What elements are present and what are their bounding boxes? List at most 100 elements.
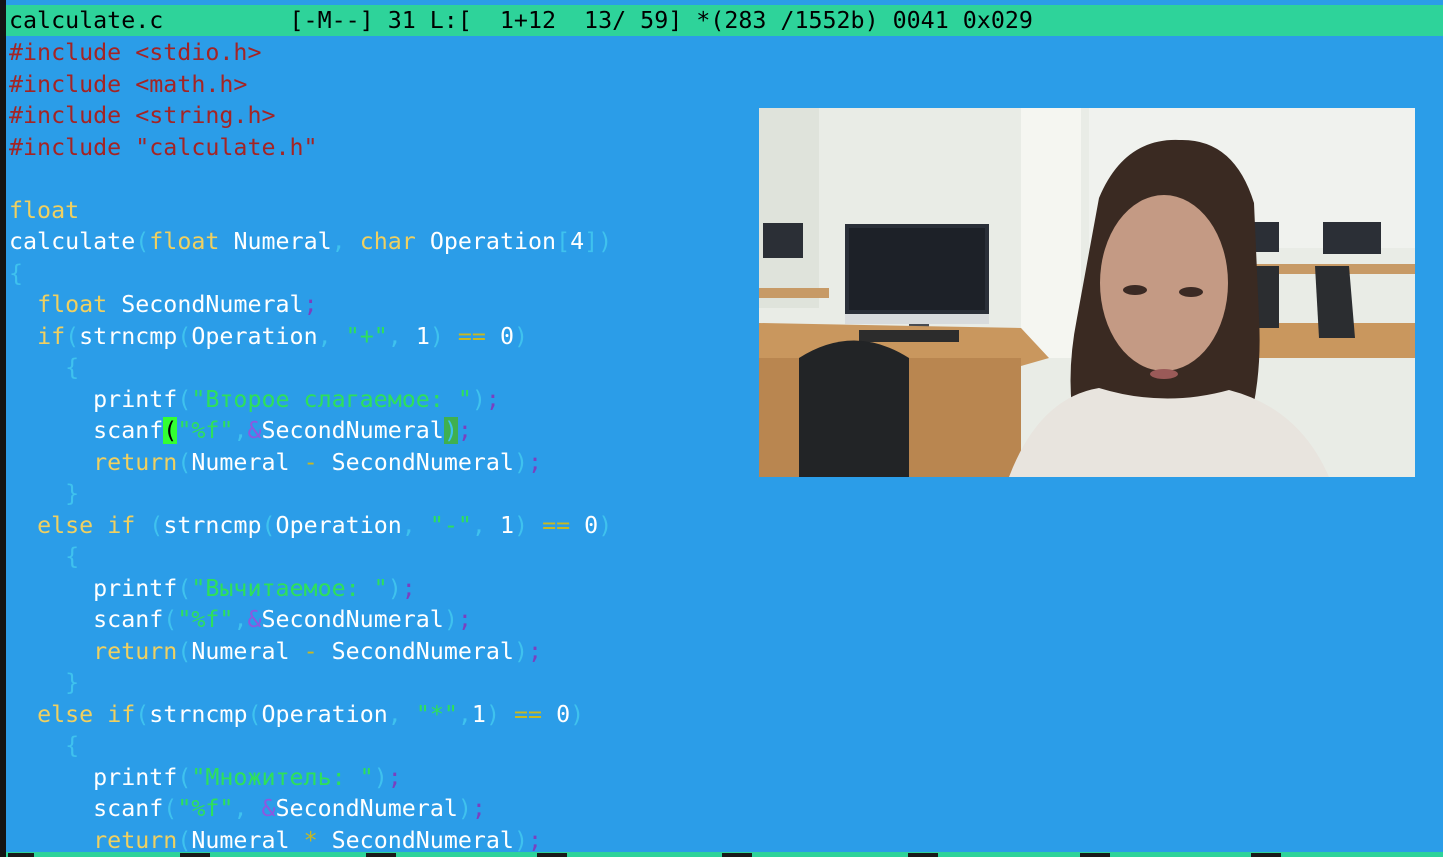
function-call: scanf [93,606,164,633]
number: 1 [499,511,515,539]
operator: & [247,606,262,633]
function-key-marker [722,853,752,857]
paren: ( [177,763,192,791]
string-literal: "*" [415,700,458,728]
string-literal: "%f" [177,606,234,633]
paren: ) [471,385,486,413]
function-call: strncmp [79,322,178,350]
paren: ) [485,700,500,728]
number: 0 [584,511,599,539]
paren: ( [149,511,164,539]
function-call: strncmp [163,511,262,539]
semicolon: ; [303,291,318,318]
comma: , [233,795,248,822]
semicolon: ; [528,637,543,665]
function-call: printf [93,385,178,413]
person-mouth [1150,369,1178,379]
keyword: float [37,291,108,318]
comma: , [233,606,248,633]
code-line: { [9,541,1443,573]
function-key-marker [1080,853,1110,857]
code-line: else if (strncmp(Operation, "-", 1) == 0… [9,510,1443,542]
number: 1 [471,700,486,728]
paren: ( [177,385,192,413]
string-literal: "%f" [177,417,234,444]
string-literal: "-" [429,511,472,539]
identifier: SecondNumeral [121,291,304,318]
identifier: SecondNumeral [261,606,444,633]
paren: ) [513,826,528,854]
comma: , [457,700,472,728]
semicolon: ; [387,763,402,791]
background-monitor [1323,222,1381,254]
number: 4 [570,228,585,255]
include-target: <string.h> [135,102,276,129]
paren: ) [457,795,472,822]
string-literal: "+" [345,322,388,350]
paren: ( [177,448,192,476]
identifier: Numeral [233,228,332,255]
keyword: float [149,228,220,255]
brace: } [65,669,80,696]
window-frame [0,0,6,857]
semicolon: ; [528,448,543,476]
paren: ( [247,700,262,728]
monitor-bezel [845,314,989,324]
keyword: if [107,700,136,728]
string-literal: "%f" [177,795,234,822]
identifier: Numeral [191,826,290,854]
wall-pillar [1021,108,1081,358]
comma: , [233,417,248,444]
paren: ( [177,574,192,602]
paren: ( [261,511,276,539]
identifier: Operation [275,511,402,539]
terminal-window: calculate.c [-M--] 31 L:[ 1+12 13/ 59] *… [0,0,1443,857]
paren: ( [177,322,192,350]
include-target: <math.h> [135,70,248,98]
function-key-marker [908,853,938,857]
code-line: return(Numeral - SecondNumeral); [9,636,1443,668]
preprocessor-directive: #include [9,70,136,98]
function-key-marker [8,853,34,857]
semicolon: ; [485,385,500,413]
operator: == [457,322,486,350]
comma: , [317,322,332,350]
operator: & [261,795,276,822]
code-line: } [9,667,1443,699]
number: 0 [556,700,571,728]
code-line: printf("Множитель: "); [9,762,1443,794]
operator: == [542,511,571,539]
paren: ) [387,574,402,602]
wall-left [759,108,819,308]
brace: { [65,732,80,759]
identifier: SecondNumeral [331,826,514,854]
identifier: Numeral [191,637,290,665]
brace: { [65,354,80,381]
chair [799,340,909,477]
semicolon: ; [401,574,416,602]
operator: & [247,417,262,444]
paren: ) [513,448,528,476]
keyword: return [93,448,178,476]
